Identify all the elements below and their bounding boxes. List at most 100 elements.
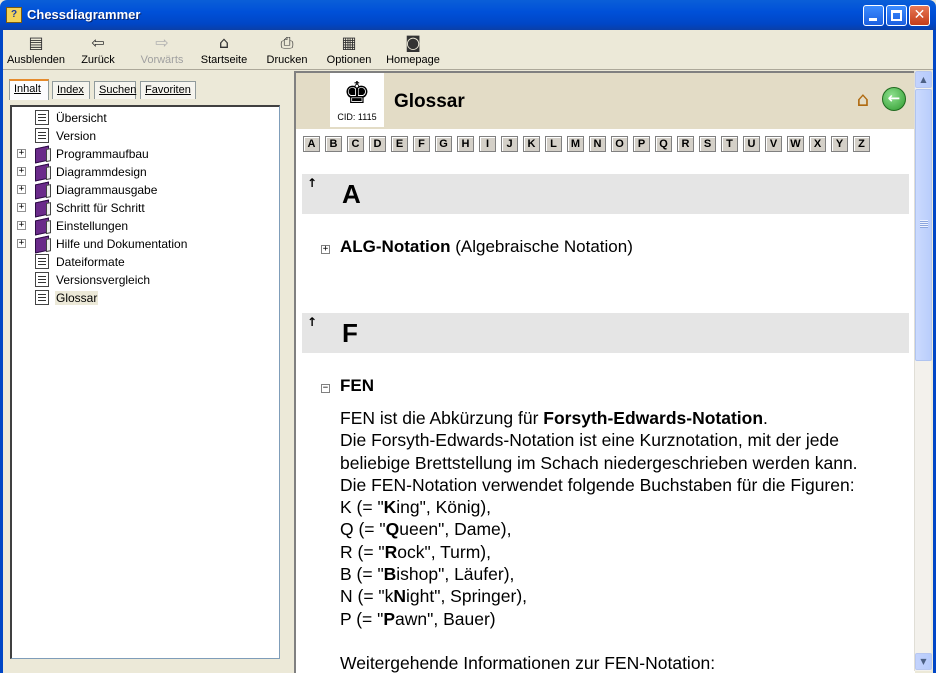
topic-header: ♚ CID: 1115 Glossar ⌂ ←: [296, 73, 915, 129]
tab-index[interactable]: Index: [52, 81, 90, 99]
print-button[interactable]: ⎙ Drucken: [264, 30, 310, 70]
letter-button-l[interactable]: L: [545, 136, 562, 152]
alphabet-bar: ABCDEFGHIJKLMNOPQRSTUVWXYZ: [303, 136, 875, 152]
scroll-down-icon[interactable]: ▼: [915, 653, 932, 670]
book-icon: [35, 181, 49, 200]
expand-icon[interactable]: +: [321, 245, 330, 254]
letter-button-b[interactable]: B: [325, 136, 342, 152]
fen-line-4: Die FEN-Notation verwendet folgende Buch…: [340, 474, 855, 495]
page-icon: [35, 254, 49, 269]
back-button[interactable]: ⇦ Zurück: [77, 30, 119, 70]
fen-line-2: Die Forsyth-Edwards-Notation ist eine Ku…: [340, 430, 839, 451]
tree-item-label: Version: [56, 129, 97, 143]
letter-button-e[interactable]: E: [391, 136, 408, 152]
tree-item-diagrammdesign[interactable]: + Diagrammdesign: [12, 163, 172, 182]
collapse-icon[interactable]: −: [321, 384, 330, 393]
letter-button-m[interactable]: M: [567, 136, 584, 152]
letter-button-k[interactable]: K: [523, 136, 540, 152]
tree-item-label: Dateiformate: [56, 255, 125, 269]
letter-button-y[interactable]: Y: [831, 136, 848, 152]
vertical-scrollbar[interactable]: ▲ ▼: [914, 71, 932, 671]
letter-button-s[interactable]: S: [699, 136, 716, 152]
homepage-button[interactable]: ◙ Homepage: [385, 30, 441, 70]
letter-button-o[interactable]: O: [611, 136, 628, 152]
letter-button-j[interactable]: J: [501, 136, 518, 152]
text: P (= ": [340, 608, 384, 629]
text-bold: Forsyth-Edwards-Notation: [543, 408, 764, 428]
glossary-term-fen[interactable]: FEN: [340, 376, 374, 396]
scroll-up-icon[interactable]: ▲: [915, 71, 932, 88]
piece-line: Q (= "Queen", Dame),: [340, 518, 910, 540]
tree-item-dateiformate[interactable]: Dateiformate: [12, 253, 152, 271]
letter-button-c[interactable]: C: [347, 136, 364, 152]
tree-item-glossar[interactable]: Glossar: [12, 289, 132, 307]
hide-button[interactable]: ▤ Ausblenden: [5, 30, 67, 70]
tab-content[interactable]: Inhalt: [9, 79, 49, 100]
letter-button-v[interactable]: V: [765, 136, 782, 152]
letter-button-r[interactable]: R: [677, 136, 694, 152]
home-button[interactable]: ⌂ Startseite: [199, 30, 249, 70]
letter-button-z[interactable]: Z: [853, 136, 870, 152]
letter-button-u[interactable]: U: [743, 136, 760, 152]
tree-item-einstellungen[interactable]: + Einstellungen: [12, 217, 172, 236]
letter-button-i[interactable]: I: [479, 136, 496, 152]
tab-favorites[interactable]: Favoriten: [140, 81, 196, 99]
letter-button-x[interactable]: X: [809, 136, 826, 152]
tree-item-programmaufbau[interactable]: + Programmaufbau: [12, 145, 172, 164]
glossary-term-alg[interactable]: ALG-Notation (Algebraische Notation): [340, 237, 633, 257]
text-bold: N: [393, 586, 407, 607]
close-icon: ✕: [913, 7, 926, 23]
expand-icon[interactable]: +: [17, 239, 26, 248]
fen-line-3: beliebige Brettstellung im Schach nieder…: [340, 452, 858, 473]
letter-button-g[interactable]: G: [435, 136, 452, 152]
tree-item-uebersicht[interactable]: Übersicht: [12, 109, 132, 127]
expand-icon[interactable]: +: [17, 203, 26, 212]
letter-button-f[interactable]: F: [413, 136, 430, 152]
scroll-thumb[interactable]: [915, 89, 932, 361]
book-icon: [35, 145, 49, 164]
minimize-button[interactable]: [863, 5, 884, 26]
tree-item-version[interactable]: Version: [12, 127, 132, 145]
expand-icon[interactable]: +: [17, 149, 26, 158]
maximize-button[interactable]: [886, 5, 907, 26]
letter-button-n[interactable]: N: [589, 136, 606, 152]
book-icon: [35, 235, 49, 254]
fen-line-1: FEN ist die Abkürzung für Forsyth-Edward…: [340, 407, 910, 429]
tree-item-versionsvergleich[interactable]: Versionsvergleich: [12, 271, 172, 289]
options-label: Optionen: [326, 54, 372, 66]
tree-item-label: Glossar: [55, 291, 99, 305]
fen-more-info: Weitergehende Informationen zur FEN-Nota…: [340, 653, 716, 673]
letter-button-a[interactable]: A: [303, 136, 320, 152]
expand-icon[interactable]: +: [17, 221, 26, 230]
page-icon: [35, 290, 49, 305]
pane-splitter[interactable]: [286, 71, 294, 673]
text: Q (= ": [340, 519, 386, 540]
tab-search[interactable]: Suchen: [94, 81, 136, 99]
tree-item-schritt-fuer-schritt[interactable]: + Schritt für Schritt: [12, 199, 182, 218]
letter-button-p[interactable]: P: [633, 136, 650, 152]
maximize-icon: [891, 10, 902, 21]
letter-button-t[interactable]: T: [721, 136, 738, 152]
letter-button-w[interactable]: W: [787, 136, 804, 152]
tree-item-label: Versionsvergleich: [56, 273, 151, 287]
forward-button[interactable]: ⇨ Vorwärts: [139, 30, 185, 70]
expand-icon[interactable]: +: [17, 185, 26, 194]
back-icon[interactable]: ←: [882, 87, 906, 111]
arrow-right-icon: ⇨: [155, 33, 169, 52]
letter-button-h[interactable]: H: [457, 136, 474, 152]
text-bold: Q: [385, 519, 400, 540]
hide-label: Ausblenden: [6, 54, 66, 66]
minimize-icon: [869, 18, 877, 21]
arrow-up-icon[interactable]: ↑: [307, 315, 317, 329]
arrow-up-icon[interactable]: ↑: [307, 176, 317, 190]
tree-item-diagrammausgabe[interactable]: + Diagrammausgabe: [12, 181, 182, 200]
grip-icon: [920, 220, 928, 228]
tree-item-hilfe[interactable]: + Hilfe und Dokumentation: [12, 235, 222, 254]
options-button[interactable]: ▦ Optionen: [325, 30, 373, 70]
letter-button-d[interactable]: D: [369, 136, 386, 152]
letter-button-q[interactable]: Q: [655, 136, 672, 152]
home-icon[interactable]: ⌂: [852, 88, 874, 110]
close-button[interactable]: ✕: [909, 5, 930, 26]
section-header-a: ↑ A: [302, 174, 909, 214]
expand-icon[interactable]: +: [17, 167, 26, 176]
